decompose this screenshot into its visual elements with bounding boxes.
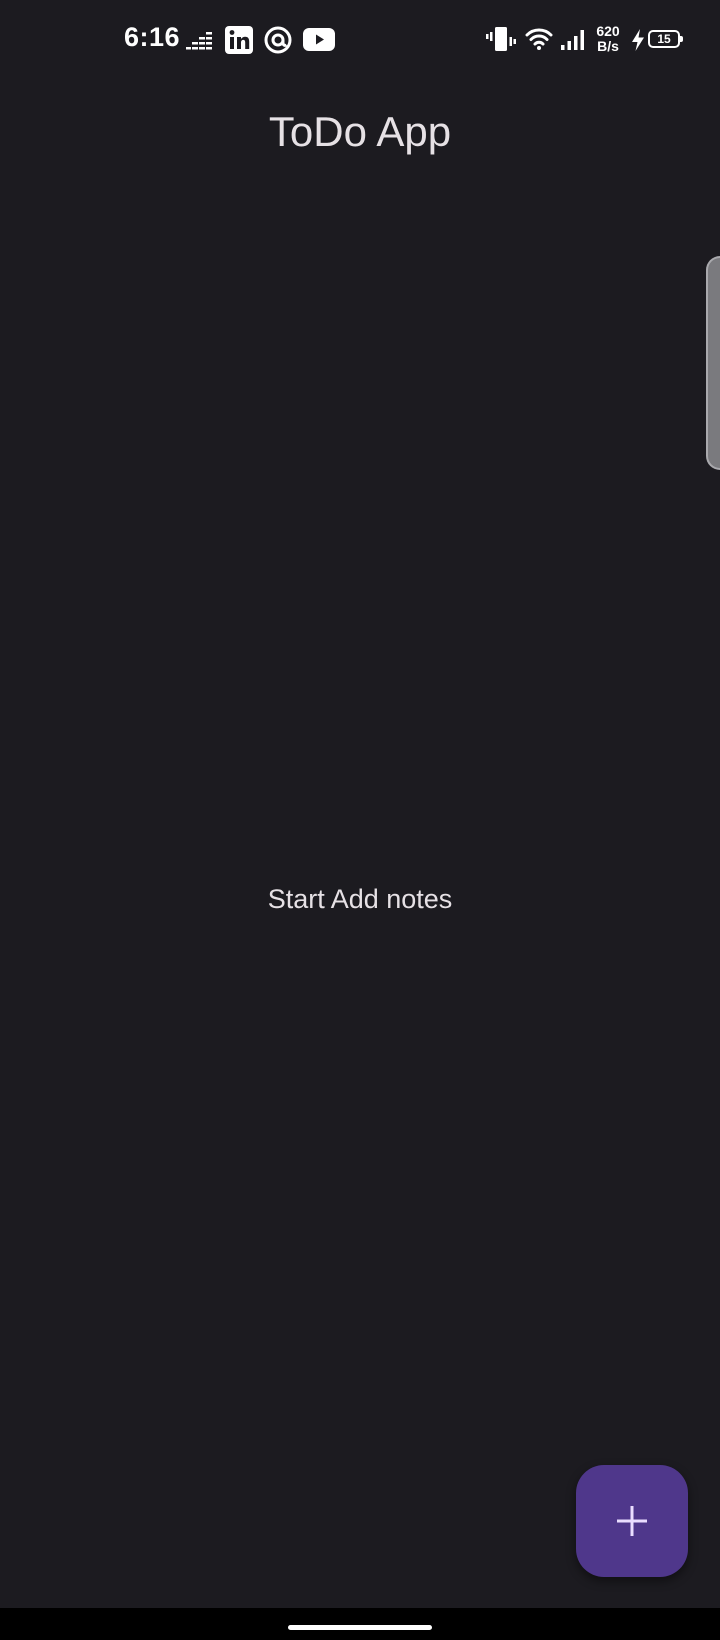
linkedin-icon bbox=[225, 26, 253, 54]
vibrate-icon bbox=[486, 27, 516, 51]
status-time: 6:16 bbox=[124, 22, 181, 52]
empty-state-message: Start Add notes bbox=[267, 884, 453, 914]
at-sign-icon bbox=[264, 26, 292, 54]
wifi-icon bbox=[525, 28, 553, 50]
add-note-button[interactable] bbox=[576, 1465, 688, 1577]
edge-panel-handle[interactable] bbox=[706, 256, 720, 470]
home-indicator[interactable] bbox=[288, 1625, 432, 1630]
network-speed-value: 620 bbox=[596, 23, 620, 39]
battery-level: 15 bbox=[657, 32, 671, 46]
plus-icon bbox=[617, 1506, 647, 1536]
app-title: ToDo App bbox=[268, 108, 452, 155]
deezer-icon bbox=[186, 32, 212, 50]
youtube-icon bbox=[303, 28, 335, 51]
network-speed-unit: B/s bbox=[597, 38, 619, 54]
charging-icon bbox=[632, 29, 644, 51]
signal-icon bbox=[561, 30, 584, 50]
navigation-bar bbox=[0, 1608, 720, 1640]
battery-icon: 15 bbox=[648, 30, 683, 48]
status-bar: 6:16 620 B/s 15 bbox=[0, 0, 720, 84]
network-speed: 620 B/s bbox=[592, 24, 624, 54]
